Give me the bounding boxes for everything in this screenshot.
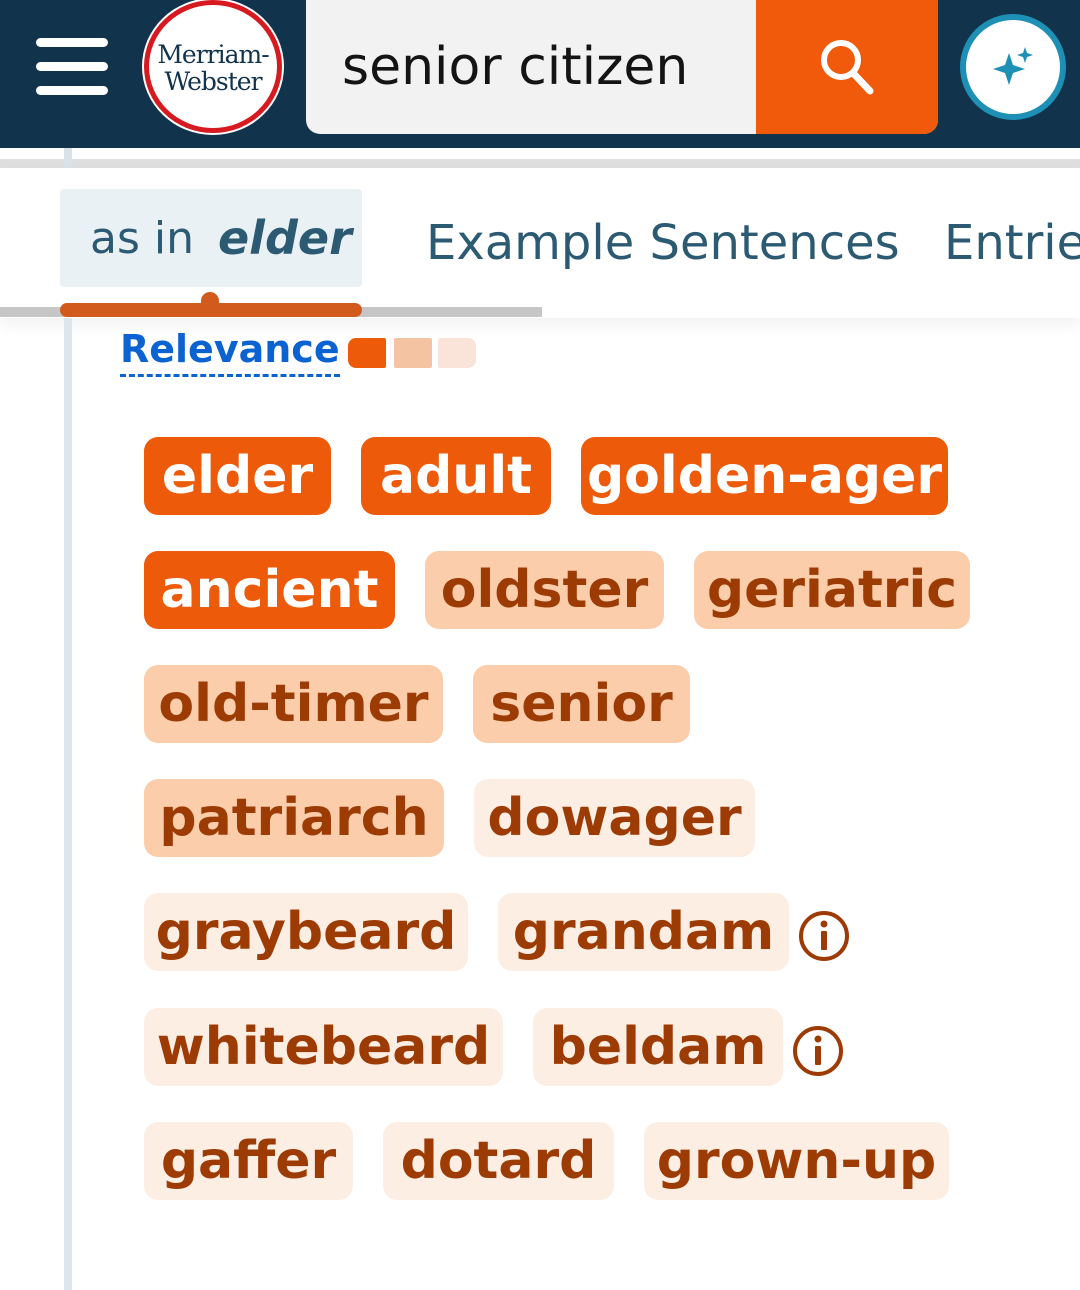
left-rule [64,318,72,1290]
merriam-webster-logo[interactable]: Merriam- Webster [144,0,282,133]
synonym-chip[interactable]: geriatric [694,551,970,629]
magnifier-icon [821,40,874,95]
sparkles-icon [993,47,1033,85]
search-bar [306,0,938,134]
synonym-chip[interactable]: gaffer [144,1122,353,1200]
synonym-chip[interactable]: beldam [533,1008,783,1086]
search-button[interactable] [756,0,938,134]
ai-assistant-button[interactable] [960,14,1066,120]
synonym-chip[interactable]: dowager [474,779,755,857]
site-header: Merriam- Webster [0,0,1080,148]
search-input[interactable] [306,0,756,134]
synonym-chip[interactable]: elder [144,437,331,515]
synonym-chip[interactable]: whitebeard [144,1008,503,1086]
synonym-chip[interactable]: golden-ager [581,437,948,515]
tab-word: elder [217,211,352,265]
synonym-chip[interactable]: ancient [144,551,395,629]
synonym-chip[interactable]: graybeard [144,893,468,971]
relevance-link[interactable]: Relevance [120,326,340,377]
relevance-medium-swatch [394,338,432,368]
relevance-high-swatch [348,338,386,368]
synonym-chip[interactable]: senior [473,665,690,743]
tab-example-sentences[interactable]: Example Sentences [426,215,900,271]
logo-text: Merriam- Webster [157,40,269,96]
left-rule-top [64,148,72,168]
synonym-chip[interactable]: adult [361,437,551,515]
synonym-chip[interactable]: old-timer [144,665,443,743]
synonym-chip[interactable]: grandam [498,893,789,971]
info-icon[interactable] [791,1024,845,1078]
tab-as-in-elder[interactable]: as in elder [60,189,362,287]
relevance-low-swatch [438,338,476,368]
synonym-chip[interactable]: grown-up [644,1122,949,1200]
hamburger-menu-icon[interactable] [36,38,108,96]
synonym-chip[interactable]: oldster [425,551,664,629]
tab-prefix: as in [90,212,194,264]
tab-entries[interactable]: Entrie [944,215,1080,271]
synonym-chip[interactable]: dotard [383,1122,614,1200]
info-icon[interactable] [797,909,851,963]
synonym-chip[interactable]: patriarch [144,779,444,857]
tab-active-underline [60,303,362,317]
